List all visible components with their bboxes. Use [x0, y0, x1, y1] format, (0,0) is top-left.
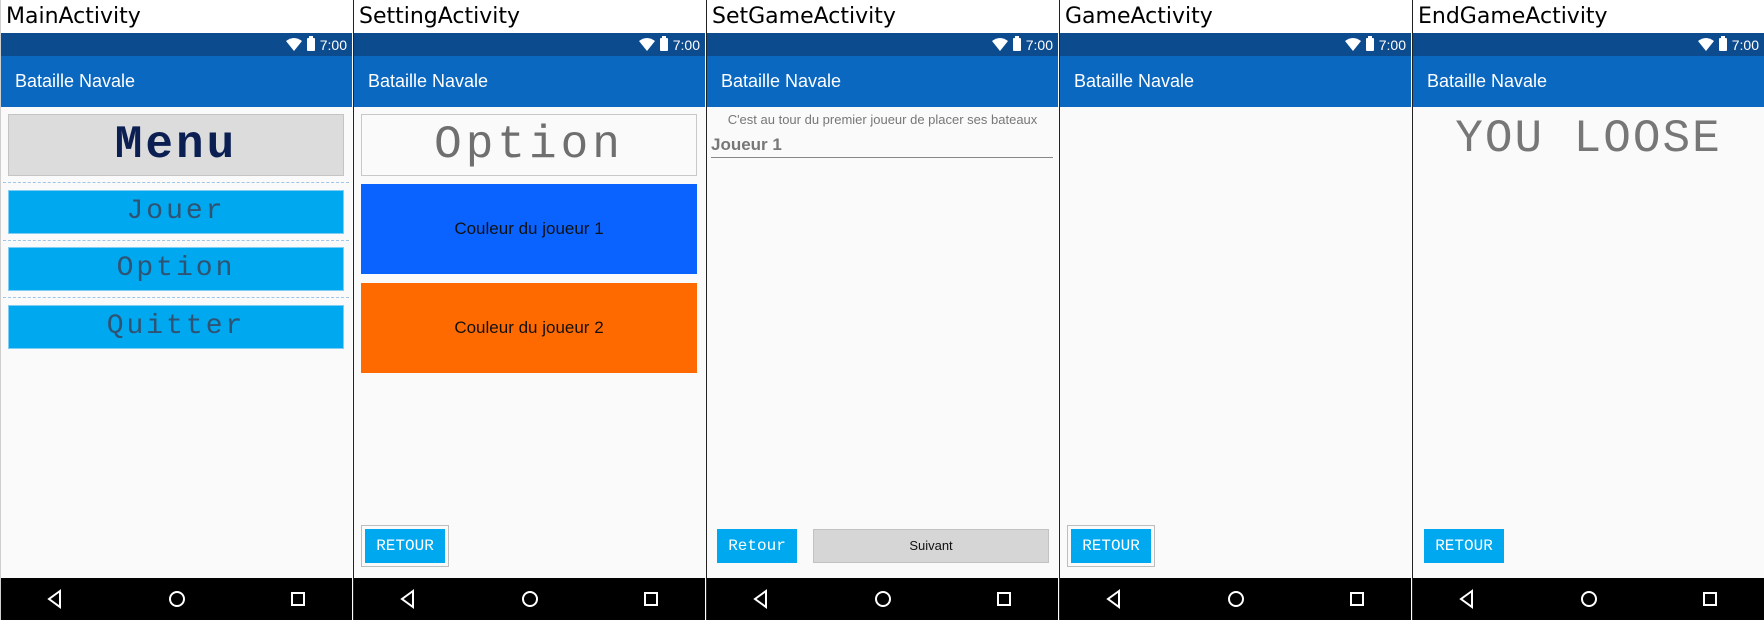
back-triangle-icon[interactable] — [1104, 589, 1124, 609]
navigation-bar — [1, 578, 352, 620]
home-circle-icon[interactable] — [1579, 589, 1599, 609]
divider — [3, 240, 349, 241]
navigation-bar — [1060, 578, 1411, 620]
recents-square-icon[interactable] — [1347, 589, 1367, 609]
app-bar: Bataille Navale — [707, 56, 1058, 107]
app-bar: Bataille Navale — [354, 56, 705, 107]
status-time: 7:00 — [672, 36, 700, 53]
screen-caption: EndGameActivity — [1418, 4, 1608, 29]
app-title: Bataille Navale — [1427, 71, 1548, 91]
app-bar: Bataille Navale — [1, 56, 352, 107]
status-time: 7:00 — [319, 36, 347, 53]
battery-icon — [1718, 36, 1727, 51]
battery-icon — [659, 36, 668, 51]
setting-activity-panel: SettingActivity 7:00 Bataille Navale Opt… — [353, 0, 705, 620]
wifi-icon — [638, 38, 655, 51]
wifi-icon — [991, 38, 1008, 51]
endgame-activity-panel: EndGameActivity 7:00 Bataille Navale YOU… — [1412, 0, 1764, 620]
app-title: Bataille Navale — [721, 71, 842, 91]
home-circle-icon[interactable] — [520, 589, 540, 609]
player-name-field[interactable] — [711, 132, 1053, 158]
back-triangle-icon[interactable] — [398, 589, 418, 609]
status-bar: 7:00 — [707, 33, 1058, 56]
status-bar: 7:00 — [354, 33, 705, 56]
app-title: Bataille Navale — [15, 71, 136, 91]
app-title: Bataille Navale — [1074, 71, 1195, 91]
divider — [3, 182, 349, 183]
home-circle-icon[interactable] — [1226, 589, 1246, 609]
home-circle-icon[interactable] — [167, 589, 187, 609]
result-message: YOU LOOSE — [1455, 113, 1722, 165]
option-title: Option — [361, 114, 697, 176]
back-triangle-icon[interactable] — [1457, 589, 1477, 609]
menu-title: Menu — [8, 114, 344, 176]
next-button[interactable]: Suivant — [813, 529, 1049, 563]
navigation-bar — [354, 578, 705, 620]
battery-icon — [306, 36, 315, 51]
divider — [3, 297, 349, 298]
phone-screen: 7:00 Bataille Navale C'est au tour du pr… — [707, 33, 1058, 620]
status-time: 7:00 — [1378, 36, 1406, 53]
app-bar: Bataille Navale — [1413, 56, 1764, 107]
phone-screen: 7:00 Bataille Navale RETOUR — [1060, 33, 1411, 620]
status-bar: 7:00 — [1413, 33, 1764, 56]
status-time: 7:00 — [1731, 36, 1759, 53]
player2-color-button[interactable]: Couleur du joueur 2 — [361, 283, 697, 373]
battery-icon — [1012, 36, 1021, 51]
setgame-activity-panel: SetGameActivity 7:00 Bataille Navale C'e… — [706, 0, 1058, 620]
back-button[interactable]: RETOUR — [365, 529, 445, 563]
home-circle-icon[interactable] — [873, 589, 893, 609]
wifi-icon — [285, 38, 302, 51]
navigation-bar — [707, 578, 1058, 620]
app-title: Bataille Navale — [368, 71, 489, 91]
screen-caption: SettingActivity — [359, 4, 521, 29]
navigation-bar — [1413, 578, 1764, 620]
recents-square-icon[interactable] — [1700, 589, 1720, 609]
recents-square-icon[interactable] — [288, 589, 308, 609]
status-bar: 7:00 — [1, 33, 352, 56]
back-button[interactable]: RETOUR — [1071, 529, 1151, 563]
phone-screen: 7:00 Bataille Navale Menu Jouer Option Q… — [1, 33, 352, 620]
status-time: 7:00 — [1025, 36, 1053, 53]
game-activity-panel: GameActivity 7:00 Bataille Navale RETOUR — [1059, 0, 1411, 620]
screen-caption: SetGameActivity — [712, 4, 896, 29]
back-button[interactable]: RETOUR — [1424, 529, 1504, 563]
play-button[interactable]: Jouer — [8, 190, 344, 234]
placement-instruction: C'est au tour du premier joueur de place… — [727, 112, 1038, 127]
app-bar: Bataille Navale — [1060, 56, 1411, 107]
phone-screen: 7:00 Bataille Navale Option Couleur du j… — [354, 33, 705, 620]
wifi-icon — [1344, 38, 1361, 51]
battery-icon — [1365, 36, 1374, 51]
recents-square-icon[interactable] — [994, 589, 1014, 609]
back-triangle-icon[interactable] — [751, 589, 771, 609]
screen-caption: MainActivity — [6, 4, 141, 29]
back-triangle-icon[interactable] — [45, 589, 65, 609]
status-bar: 7:00 — [1060, 33, 1411, 56]
option-button[interactable]: Option — [8, 247, 344, 291]
wifi-icon — [1697, 38, 1714, 51]
main-activity-panel: MainActivity 7:00 Bataille Navale Menu J… — [0, 0, 352, 620]
quit-button[interactable]: Quitter — [8, 305, 344, 349]
screen-caption: GameActivity — [1065, 4, 1213, 29]
player1-color-button[interactable]: Couleur du joueur 1 — [361, 184, 697, 274]
phone-screen: 7:00 Bataille Navale YOU LOOSE RETOUR — [1413, 33, 1764, 620]
back-button[interactable]: Retour — [717, 529, 797, 563]
recents-square-icon[interactable] — [641, 589, 661, 609]
